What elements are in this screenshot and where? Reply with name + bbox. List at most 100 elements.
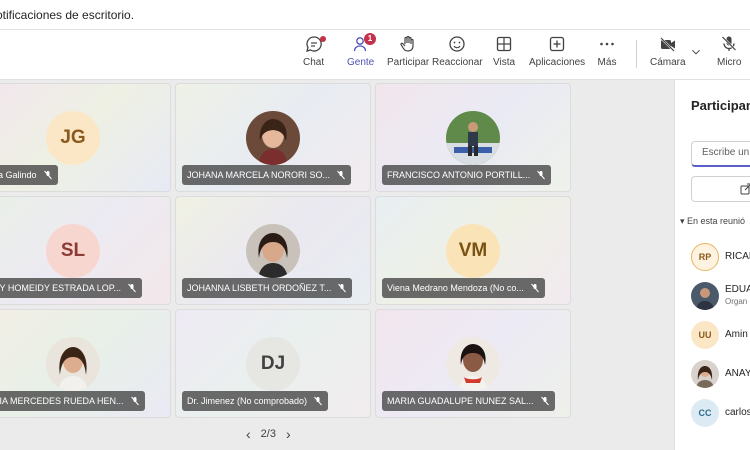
participant-name: RICAR <box>725 251 750 262</box>
participants-panel: Participantes Escribe un ▾ En esta reuni… <box>674 80 750 450</box>
avatar-photo <box>246 111 300 165</box>
add-app-icon <box>549 36 565 52</box>
people-button[interactable]: 1 Gente <box>342 33 380 82</box>
raise-hand-label: Participar <box>387 57 430 68</box>
mic-button[interactable]: Micro <box>717 34 741 78</box>
participant-name: JOHANNA LISBETH ORDOÑEZ T... <box>187 283 332 293</box>
chat-unread-dot <box>320 36 326 42</box>
nameplate: JOHANNA LISBETH ORDOÑEZ T... <box>182 278 353 298</box>
avatar <box>446 337 500 391</box>
raise-hand-icon <box>400 35 414 52</box>
toolbar-divider <box>636 40 637 68</box>
avatar: DJ <box>246 337 300 391</box>
apps-label: Aplicaciones <box>529 57 586 68</box>
participant-name: carlos <box>725 407 750 418</box>
avatar-photo <box>46 337 100 391</box>
participant-tile[interactable]: FRANCISCO ANTONIO PORTILL... <box>375 83 571 192</box>
video-stage: JG sica Galindo JOHANA MARCELA NORORI SO… <box>0 80 674 450</box>
mic-off-icon <box>721 36 737 51</box>
nameplate: ARIA MERCEDES RUEDA HEN... <box>0 391 145 411</box>
chevron-down-icon <box>692 49 700 55</box>
participant-tile[interactable]: DJ Dr. Jimenez (No comprobado) <box>175 309 371 418</box>
react-button[interactable]: Reaccionar <box>432 34 483 78</box>
avatar-photo <box>446 111 500 165</box>
camera-off-icon <box>660 37 675 52</box>
participant-name: ARIA MERCEDES RUEDA HEN... <box>0 396 124 406</box>
mic-label: Micro <box>717 57 742 68</box>
participant-tile[interactable]: ARIA MERCEDES RUEDA HEN... <box>0 309 171 418</box>
avatar <box>691 282 719 310</box>
share-invite-button[interactable] <box>691 176 750 202</box>
mic-off-icon <box>338 283 347 293</box>
mic-off-icon <box>128 283 136 293</box>
react-label: Reaccionar <box>432 57 483 68</box>
avatar: RP <box>691 243 719 271</box>
mic-off-icon <box>537 170 546 180</box>
chat-label: Chat <box>303 57 325 68</box>
page-indicator: 2/3 <box>260 428 276 440</box>
notification-bar: otificaciones de escritorio. <box>0 0 750 30</box>
participant-name: Amin <box>725 329 748 340</box>
participant-name: Viena Medrano Mendoza (No co... <box>387 283 524 293</box>
mic-off-icon <box>531 283 539 293</box>
apps-button[interactable]: Aplicaciones <box>529 34 585 78</box>
avatar <box>691 360 719 388</box>
avatar-photo <box>246 224 300 278</box>
avatar-photo <box>446 337 500 391</box>
nameplate: ANY HOMEIDY ESTRADA LOP... <box>0 278 143 298</box>
raise-hand-button[interactable]: Participar <box>387 34 429 78</box>
avatar: JG <box>46 111 100 165</box>
nameplate: Viena Medrano Mendoza (No co... <box>382 278 545 298</box>
participant-search-input[interactable]: Escribe un <box>691 141 750 167</box>
meeting-toolbar: Chat 1 Gente Participar Reaccionar Vista… <box>0 30 750 82</box>
participant-name: ANAY <box>725 368 750 379</box>
view-label: Vista <box>493 57 516 68</box>
grid-view-icon <box>496 36 512 52</box>
nameplate: Dr. Jimenez (No comprobado) <box>182 391 329 411</box>
avatar: VM <box>446 224 500 278</box>
chat-button[interactable]: Chat <box>303 34 326 78</box>
participant-tile[interactable]: JOHANA MARCELA NORORI SO... <box>175 83 371 192</box>
participant-name: EDUA <box>725 284 750 295</box>
participant-name: FRANCISCO ANTONIO PORTILL... <box>387 170 531 180</box>
nameplate: FRANCISCO ANTONIO PORTILL... <box>382 165 552 185</box>
more-label: Más <box>597 57 617 68</box>
participant-tile[interactable]: SL ANY HOMEIDY ESTRADA LOP... <box>0 196 171 305</box>
avatar: UU <box>691 321 719 349</box>
smiley-icon <box>449 36 465 52</box>
nameplate: sica Galindo <box>0 165 58 185</box>
camera-button[interactable]: Cámara <box>650 34 686 78</box>
avatar <box>46 337 100 391</box>
chevron-right-icon[interactable]: › <box>286 426 291 442</box>
mic-off-icon <box>43 170 52 180</box>
view-button[interactable]: Vista <box>493 34 515 78</box>
avatar: SL <box>46 224 100 278</box>
more-button[interactable]: Más <box>597 34 617 78</box>
avatar-photo <box>691 360 719 388</box>
people-badge: 1 <box>364 33 376 45</box>
participant-name: MARIA GUADALUPE NUNEZ SAL... <box>387 396 534 406</box>
participant-name: Dr. Jimenez (No comprobado) <box>187 396 308 406</box>
avatar <box>446 111 500 165</box>
mic-off-icon <box>314 396 322 406</box>
participant-tile[interactable]: MARIA GUADALUPE NUNEZ SAL... <box>375 309 571 418</box>
participant-tile[interactable]: VM Viena Medrano Mendoza (No co... <box>375 196 571 305</box>
mic-off-icon <box>337 170 345 180</box>
notification-text: otificaciones de escritorio. <box>0 8 135 22</box>
panel-title: Participantes <box>691 98 750 113</box>
participant-tile[interactable]: JOHANNA LISBETH ORDOÑEZ T... <box>175 196 371 305</box>
avatar <box>246 224 300 278</box>
chevron-left-icon[interactable]: ‹ <box>246 426 251 442</box>
nameplate: MARIA GUADALUPE NUNEZ SAL... <box>382 391 555 411</box>
share-icon <box>740 183 750 195</box>
avatar <box>246 111 300 165</box>
nameplate: JOHANA MARCELA NORORI SO... <box>182 165 352 185</box>
in-meeting-section-header[interactable]: ▾ En esta reunió <box>680 216 745 227</box>
gallery-pager: ‹ 2/3 › <box>246 426 291 442</box>
participant-role: Organ <box>725 297 748 306</box>
more-icon <box>600 42 614 46</box>
avatar-photo <box>691 282 719 310</box>
camera-label: Cámara <box>650 57 686 68</box>
participant-name: sica Galindo <box>0 170 37 180</box>
participant-tile[interactable]: JG sica Galindo <box>0 83 171 192</box>
